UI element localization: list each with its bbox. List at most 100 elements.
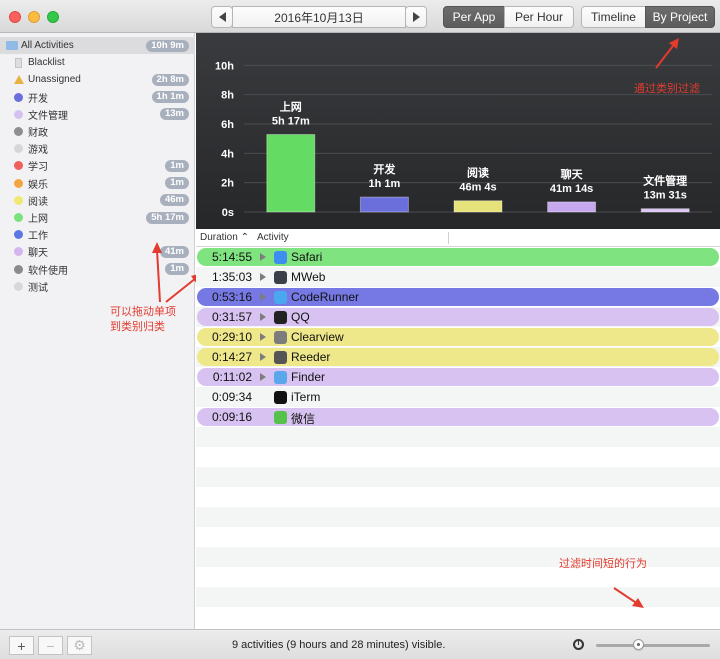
table-row[interactable]: 0:31:57 QQ xyxy=(196,307,720,327)
table-row[interactable]: 1:35:03 MWeb xyxy=(196,267,720,287)
empty-table-row xyxy=(196,487,720,507)
duration-cell: 0:53:16 xyxy=(211,290,252,304)
table-row[interactable]: 0:09:34 iTerm xyxy=(196,387,720,407)
timeline-button[interactable]: Timeline xyxy=(581,6,646,28)
bar-category-label: 聊天 xyxy=(561,167,584,181)
close-window-button[interactable] xyxy=(9,11,21,23)
next-day-button[interactable] xyxy=(405,6,427,28)
dot-icon xyxy=(14,247,23,257)
duration-cell: 0:09:16 xyxy=(211,410,252,424)
disclosure-triangle-icon[interactable] xyxy=(260,333,266,341)
table-row[interactable]: 5:14:55 Safari xyxy=(196,247,720,267)
y-tick-label: 10h xyxy=(215,60,234,72)
sidebar-item-5[interactable]: 财政 xyxy=(0,123,195,140)
app-icon xyxy=(274,391,287,404)
minimum-duration-slider-knob[interactable] xyxy=(633,639,644,650)
table-row[interactable]: 0:09:16 微信 xyxy=(196,407,720,427)
table-row[interactable]: 0:14:27 Reeder xyxy=(196,347,720,367)
disclosure-triangle-icon[interactable] xyxy=(260,273,266,281)
bar-value-label: 46m 4s xyxy=(459,182,496,194)
per-hour-button[interactable]: Per Hour xyxy=(504,6,574,28)
app-icon xyxy=(274,411,287,424)
y-tick-label: 2h xyxy=(221,178,234,190)
category-bar-chart: 0s 2h 4h 6h 8h 10h 上网 5h 17m 开发 1h 1m 阅读 46m 4s 聊天 41… xyxy=(196,33,720,229)
table-row[interactable]: 0:11:02 Finder xyxy=(196,367,720,387)
app-icon xyxy=(274,291,287,304)
disclosure-triangle-icon[interactable] xyxy=(260,293,266,301)
duration-column-header[interactable]: Duration ⌃ xyxy=(200,232,249,243)
sidebar-item-label: 财政 xyxy=(28,128,48,139)
sidebar-item-3[interactable]: 开发 1h 1m xyxy=(0,89,195,106)
app-icon xyxy=(274,351,287,364)
table-row[interactable]: 0:29:10 Clearview xyxy=(196,327,720,347)
zoom-window-button[interactable] xyxy=(47,11,59,23)
dot-icon xyxy=(14,144,23,154)
document-icon xyxy=(15,57,22,68)
disclosure-triangle-icon[interactable] xyxy=(260,353,266,361)
app-name-cell: CodeRunner xyxy=(291,290,360,304)
sidebar-item-4[interactable]: 文件管理 13m xyxy=(0,106,195,123)
category-sidebar: All Activities 10h 9m Blacklist Unassigned 2… xyxy=(0,33,195,629)
sidebar-item-10[interactable]: 上网 5h 17m xyxy=(0,209,195,226)
dot-icon xyxy=(14,161,23,171)
remove-category-button[interactable]: − xyxy=(38,636,63,655)
sidebar-item-label: All Activities xyxy=(21,40,74,51)
sidebar-item-label: 上网 xyxy=(28,214,48,225)
annotation-filter-by-category: 通过类别过滤 xyxy=(634,83,700,95)
app-icon xyxy=(274,251,287,264)
disclosure-triangle-icon[interactable] xyxy=(260,313,266,321)
sidebar-item-1[interactable]: Blacklist xyxy=(0,54,195,71)
per-app-button[interactable]: Per App xyxy=(443,6,505,28)
previous-day-button[interactable] xyxy=(211,6,233,28)
sidebar-item-label: Unassigned xyxy=(28,74,81,86)
bar-value-label: 1h 1m xyxy=(369,178,401,190)
sidebar-item-2[interactable]: Unassigned 2h 8m xyxy=(0,71,195,88)
y-tick-label: 6h xyxy=(221,119,234,131)
sidebar-item-label: 学习 xyxy=(28,162,48,174)
minimum-duration-slider-track[interactable] xyxy=(596,644,710,647)
sidebar-item-6[interactable]: 游戏 xyxy=(0,140,195,157)
duration-badge: 1m xyxy=(165,159,189,172)
duration-cell: 0:09:34 xyxy=(211,390,252,404)
column-divider xyxy=(448,232,449,244)
duration-badge: 13m xyxy=(159,108,189,121)
date-display[interactable]: 2016年10月13日 xyxy=(232,6,406,28)
sidebar-item-9[interactable]: 阅读 46m xyxy=(0,192,195,209)
sidebar-item-8[interactable]: 娱乐 1m xyxy=(0,175,195,192)
gear-icon[interactable]: ⚙ xyxy=(67,636,92,655)
sidebar-item-label: 测试 xyxy=(28,282,48,294)
dot-icon xyxy=(14,281,23,291)
app-icon xyxy=(274,271,287,284)
y-tick-label: 8h xyxy=(221,90,234,102)
app-name-cell: Safari xyxy=(291,250,323,264)
by-project-button[interactable]: By Project xyxy=(645,6,715,28)
duration-cell: 0:11:02 xyxy=(212,370,252,384)
dot-icon xyxy=(14,109,23,119)
dot-icon xyxy=(14,264,23,274)
add-category-button[interactable]: + xyxy=(9,636,34,655)
activity-column-header[interactable]: Activity xyxy=(257,232,289,243)
sidebar-item-label: 娱乐 xyxy=(28,179,48,191)
duration-cell: 0:31:57 xyxy=(211,310,252,324)
minimize-window-button[interactable] xyxy=(28,11,40,23)
disclosure-triangle-icon[interactable] xyxy=(260,253,266,261)
bar xyxy=(266,134,316,213)
chart-svg: 0s 2h 4h 6h 8h 10h 上网 5h 17m 开发 1h 1m 阅读 46m 4s 聊天 41… xyxy=(215,60,712,219)
app-name-cell: iTerm xyxy=(291,390,321,404)
duration-cell: 0:14:27 xyxy=(211,350,252,364)
table-row[interactable]: 0:53:16 CodeRunner xyxy=(196,287,720,307)
sidebar-item-label: 开发 xyxy=(28,93,48,105)
window-toolbar: 2016年10月13日 Per App Per Hour Timeline By… xyxy=(0,0,720,33)
disclosure-triangle-icon[interactable] xyxy=(260,373,266,381)
app-name-cell: Finder xyxy=(291,370,326,384)
app-name-cell: Clearview xyxy=(291,330,344,344)
sidebar-item-0[interactable]: All Activities 10h 9m xyxy=(0,37,195,54)
annotation-arrow-down xyxy=(613,587,644,608)
sidebar-item-7[interactable]: 学习 1m xyxy=(0,157,195,174)
bar xyxy=(547,201,597,213)
empty-table-row xyxy=(196,507,720,527)
bar-category-label: 文件管理 xyxy=(643,174,687,188)
empty-table-row xyxy=(196,447,720,467)
empty-table-row xyxy=(196,607,720,627)
chevron-left-icon xyxy=(218,12,226,22)
